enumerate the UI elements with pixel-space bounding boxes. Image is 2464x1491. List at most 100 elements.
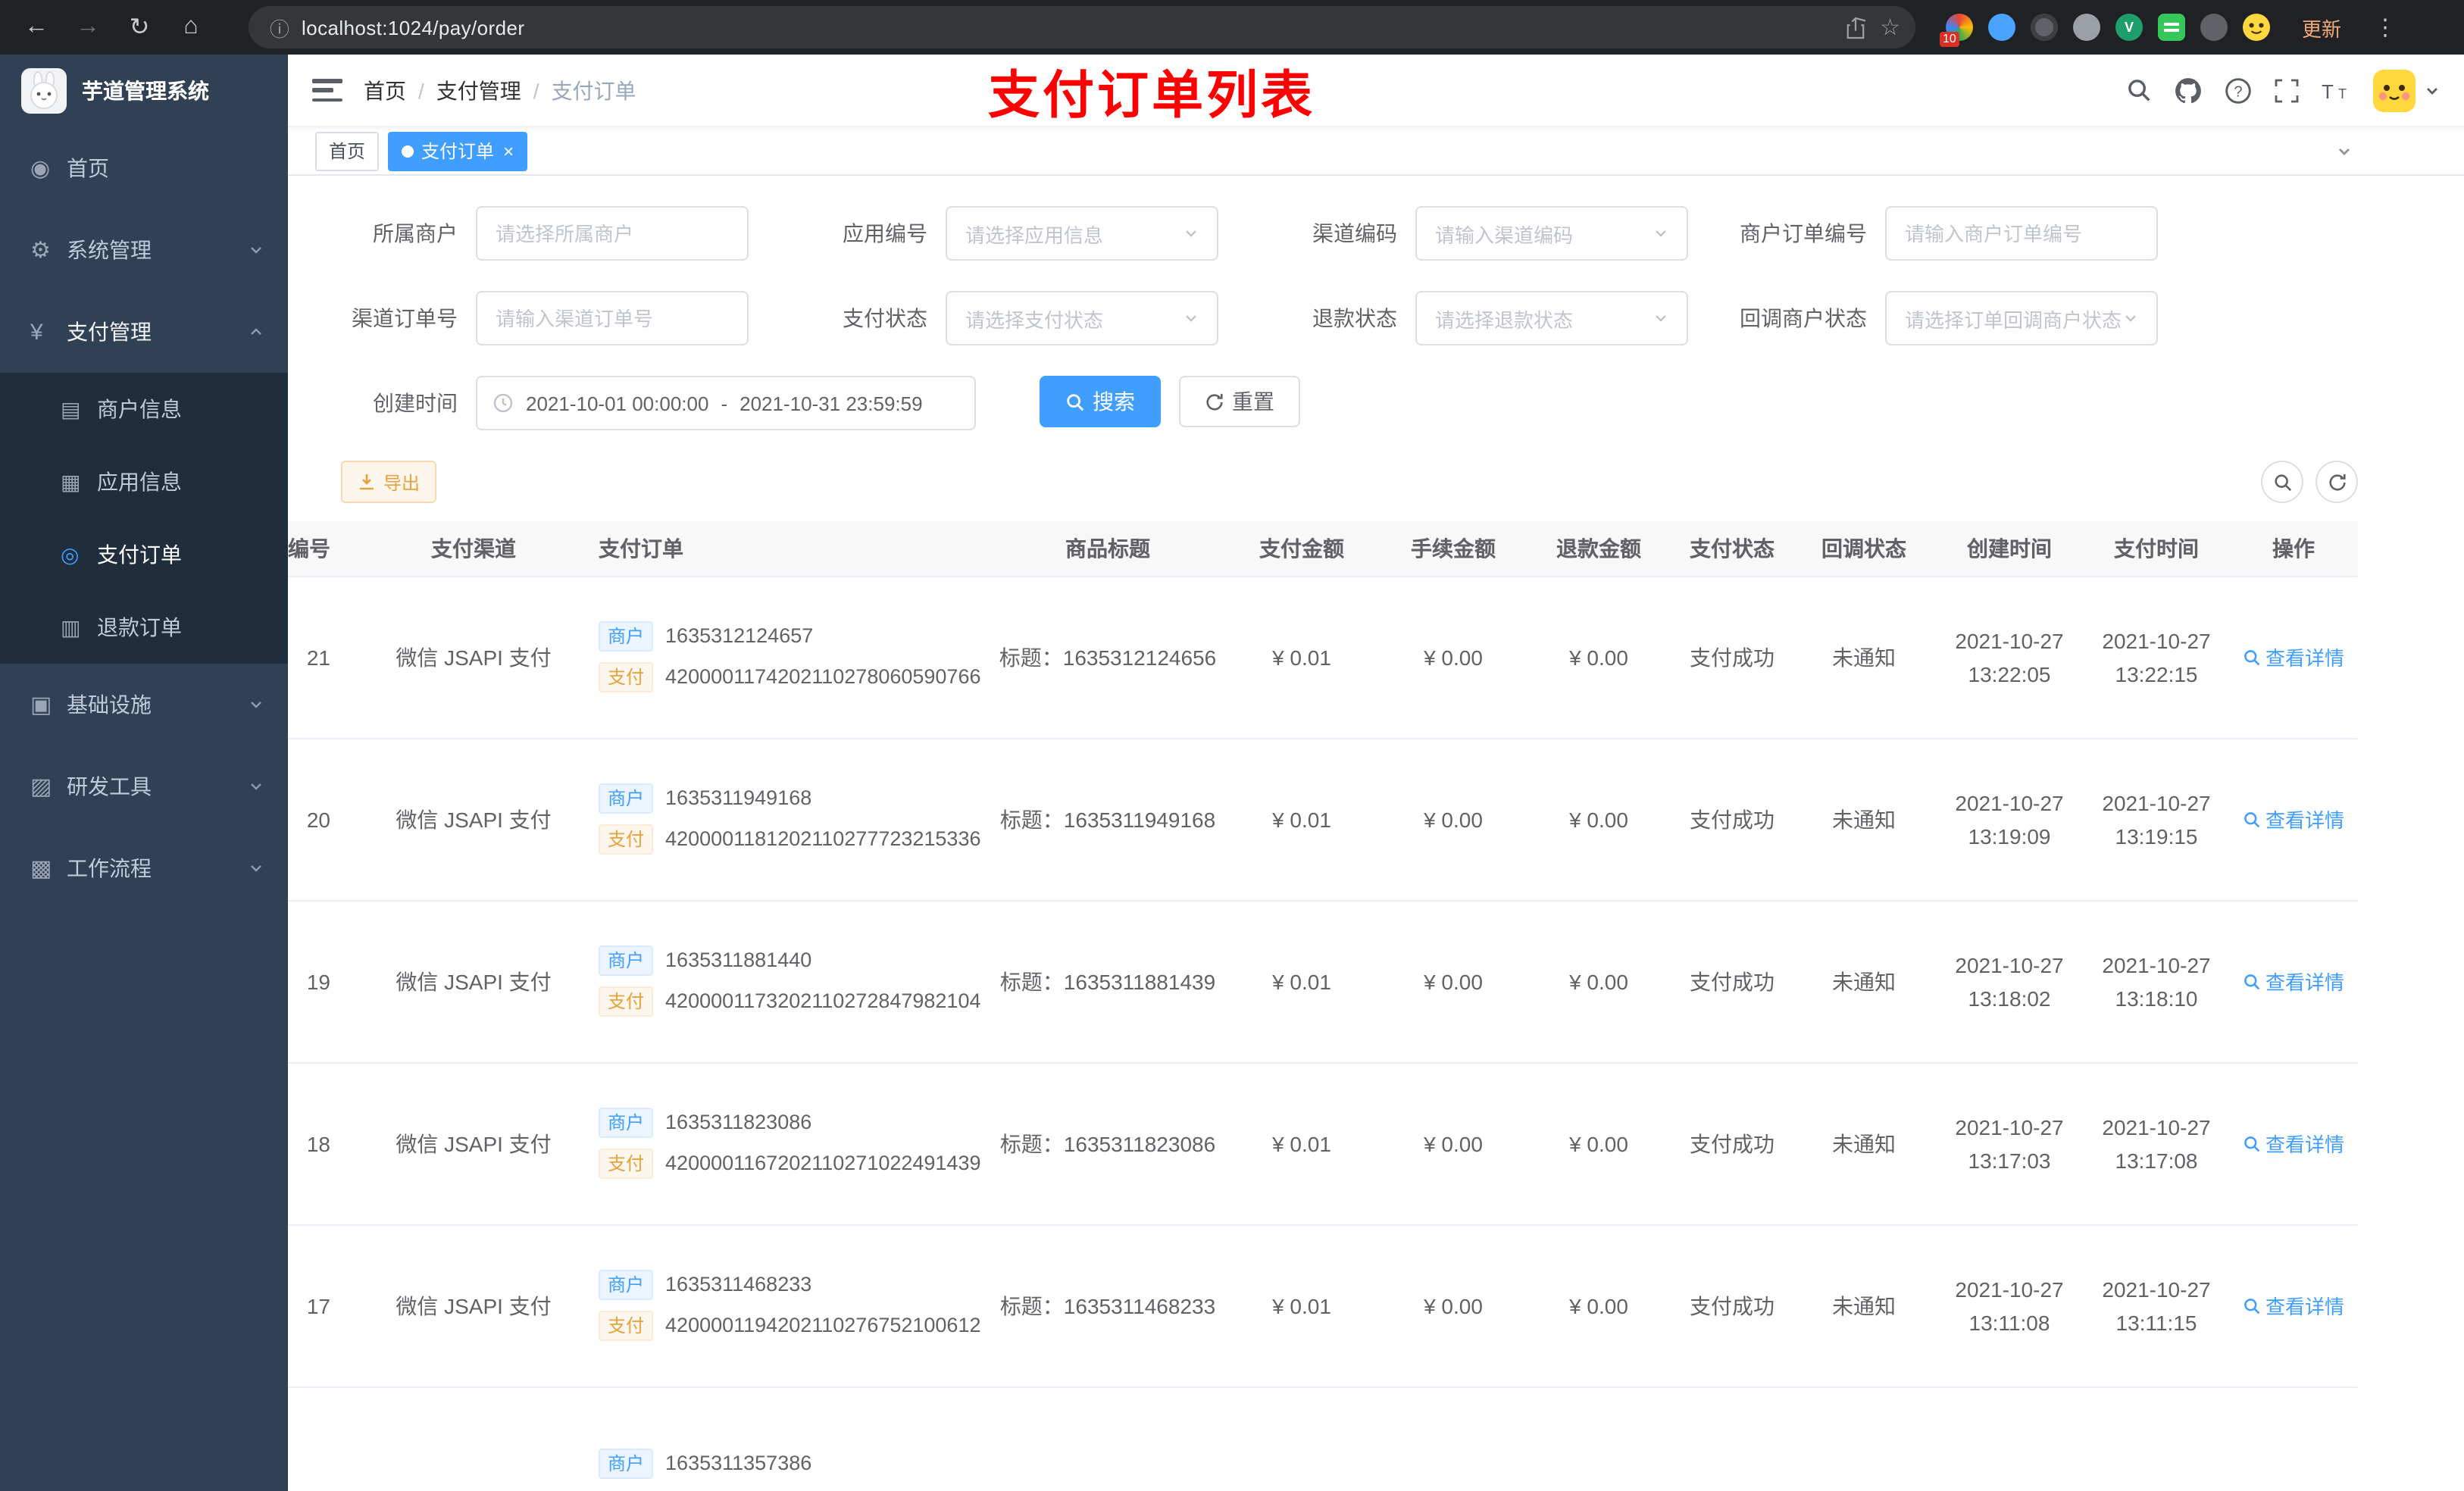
view-detail-link[interactable]: 查看详情	[2243, 967, 2344, 996]
cell-pay-status: 支付成功	[1671, 1062, 1793, 1225]
user-avatar[interactable]	[2373, 69, 2440, 111]
browser-menu-icon[interactable]: ⋮	[2373, 14, 2397, 41]
create-time-range-picker[interactable]: 2021-10-01 00:00:00 - 2021-10-31 23:59:5…	[476, 376, 976, 430]
extension-drop-icon[interactable]	[1988, 14, 2015, 41]
tab-home[interactable]: 首页	[315, 131, 380, 170]
cell-create-time: 2021-10-27 13:17:03	[1935, 1062, 2084, 1225]
address-bar[interactable]: ⓘ localhost:1024/pay/order ☆	[249, 6, 1915, 48]
breadcrumb: 首页 / 支付管理 / 支付订单	[364, 75, 636, 105]
close-icon[interactable]: ×	[503, 142, 514, 160]
orders-table-container[interactable]: 编号 支付渠道 支付订单 商品标题 支付金额 手续金额 退款金额 支付状态 回调…	[288, 521, 2464, 1491]
table-tool-icons	[2261, 461, 2358, 503]
cell-refund: ¥ 0.00	[1526, 576, 1671, 739]
sidebar-item-dev-tools[interactable]: ▨ 研发工具	[0, 746, 288, 827]
sidebar-item-refund-order[interactable]: ▥ 退款订单	[0, 591, 288, 664]
breadcrumb-separator: /	[418, 78, 424, 102]
fullscreen-icon[interactable]	[2275, 78, 2299, 102]
channel-tag: 支付	[599, 824, 654, 855]
channel-tag: 支付	[599, 662, 654, 692]
extension-grey2-icon[interactable]	[2073, 14, 2100, 41]
view-detail-link[interactable]: 查看详情	[2243, 642, 2344, 671]
channel-order-no-input[interactable]	[476, 291, 749, 345]
col-title: 商品标题	[993, 521, 1223, 577]
search-icon[interactable]	[2126, 77, 2152, 103]
sidebar-item-payment[interactable]: ¥ 支付管理	[0, 291, 288, 373]
extension-v-icon[interactable]: V	[2115, 14, 2143, 41]
sidebar-item-home[interactable]: ◉ 首页	[0, 127, 288, 209]
github-icon[interactable]	[2175, 77, 2202, 104]
sidebar-item-merchant-info[interactable]: ▤ 商户信息	[0, 373, 288, 445]
cell-action: 查看详情	[2229, 576, 2358, 739]
sidebar-item-label: 研发工具	[67, 774, 152, 799]
cell-pay-time: 2021-10-27 13:22:15	[2084, 576, 2229, 739]
tab-pay-order[interactable]: 支付订单 ×	[388, 131, 528, 170]
extensions-puzzle-icon[interactable]	[2200, 14, 2228, 41]
table-header-row: 编号 支付渠道 支付订单 商品标题 支付金额 手续金额 退款金额 支付状态 回调…	[288, 521, 2358, 577]
reset-button[interactable]: 重置	[1179, 376, 1300, 427]
paid-date: 2021-10-27	[2102, 790, 2211, 814]
callback-status-filter-select[interactable]: 请选择订单回调商户状态	[1885, 291, 2158, 345]
created-date: 2021-10-27	[1955, 628, 2064, 652]
select-placeholder: 请输入渠道编码	[1435, 223, 1574, 246]
browser-back-icon[interactable]: ←	[15, 6, 58, 48]
bookmark-star-icon[interactable]: ☆	[1880, 14, 1900, 41]
font-size-icon[interactable]: TT	[2322, 78, 2350, 102]
toggle-search-icon[interactable]	[2261, 461, 2303, 503]
merchant-order-no-input[interactable]	[1885, 206, 2158, 261]
app-filter-select[interactable]: 请选择应用信息	[946, 206, 1218, 261]
extension-colorful-icon[interactable]: 10	[1940, 14, 1973, 47]
view-detail-link[interactable]: 查看详情	[2243, 805, 2344, 833]
cell-refund: ¥ 0.00	[1526, 900, 1671, 1063]
sidebar-item-workflow[interactable]: ▩ 工作流程	[0, 827, 288, 909]
hamburger-icon[interactable]	[312, 79, 342, 102]
chevron-down-icon	[249, 697, 264, 712]
dashboard-icon: ◉	[30, 156, 51, 182]
table-row: 20 微信 JSAPI 支付 商户 1635311949168 支付 4200001…	[288, 738, 2358, 901]
cell-pay-channel: 微信 JSAPI 支付	[364, 1062, 583, 1225]
browser-forward-icon[interactable]: →	[67, 6, 109, 48]
cell-amount: ¥ 0.01	[1223, 576, 1381, 739]
chevron-down-icon	[1653, 226, 1668, 241]
channel-code-filter-select[interactable]: 请输入渠道编码	[1415, 206, 1688, 261]
view-detail-label: 查看详情	[2265, 809, 2344, 832]
sidebar-item-pay-order[interactable]: ◎ 支付订单	[0, 518, 288, 591]
share-icon[interactable]	[1845, 16, 1865, 39]
reset-button-label: 重置	[1232, 389, 1274, 414]
view-detail-link[interactable]: 查看详情	[2243, 1129, 2344, 1158]
cell-pay-status: 支付成功	[1671, 576, 1793, 739]
select-placeholder: 请选择应用信息	[965, 223, 1104, 246]
breadcrumb-home[interactable]: 首页	[364, 75, 406, 105]
view-detail-link[interactable]: 查看详情	[2243, 1291, 2344, 1320]
pay-status-filter-select[interactable]: 请选择支付状态	[946, 291, 1218, 345]
view-detail-label: 查看详情	[2265, 1296, 2344, 1318]
browser-update-button[interactable]: 更新	[2285, 7, 2358, 48]
create-time-filter-label: 创建时间	[373, 391, 458, 415]
tags-overflow-caret-icon[interactable]	[2337, 143, 2352, 158]
tab-label: 首页	[329, 141, 366, 162]
breadcrumb-payment[interactable]: 支付管理	[436, 75, 521, 105]
merchant-filter-input[interactable]	[476, 206, 749, 261]
sidebar-item-infrastructure[interactable]: ▣ 基础设施	[0, 664, 288, 746]
extension-chat-icon[interactable]	[2158, 14, 2185, 41]
cell-fee: ¥ 0.00	[1381, 738, 1526, 901]
active-dot-icon	[402, 145, 414, 157]
sidebar-item-label: 基础设施	[67, 692, 152, 717]
sidebar-item-app-info[interactable]: ▦ 应用信息	[0, 445, 288, 518]
refresh-icon[interactable]	[2315, 461, 2358, 503]
app-title: 芋道管理系统	[82, 79, 209, 103]
cell-pay-time: 2021-10-27 13:11:15	[2084, 1224, 2229, 1387]
sidebar: 芋道管理系统 ◉ 首页 ⚙ 系统管理 ¥ 支付管理 ▤ 商户信息 ▦ 应用信息 …	[0, 55, 288, 1491]
browser-reload-icon[interactable]: ↻	[118, 6, 161, 48]
search-button-label: 搜索	[1093, 389, 1135, 414]
sidebar-item-system[interactable]: ⚙ 系统管理	[0, 209, 288, 291]
help-icon[interactable]: ?	[2225, 77, 2252, 104]
refund-doc-icon: ▥	[61, 614, 81, 639]
refund-status-filter-select[interactable]: 请选择退款状态	[1415, 291, 1688, 345]
site-info-icon[interactable]: ⓘ	[270, 13, 289, 42]
search-button[interactable]: 搜索	[1040, 376, 1161, 427]
browser-home-icon[interactable]: ⌂	[170, 6, 212, 48]
export-button[interactable]: 导出	[341, 461, 437, 503]
extension-grey-icon[interactable]	[2031, 14, 2058, 41]
cell-pay-order: 商户 1635311468233 支付 4200001194202110276752…	[583, 1224, 993, 1387]
profile-avatar-icon[interactable]	[2243, 14, 2270, 41]
